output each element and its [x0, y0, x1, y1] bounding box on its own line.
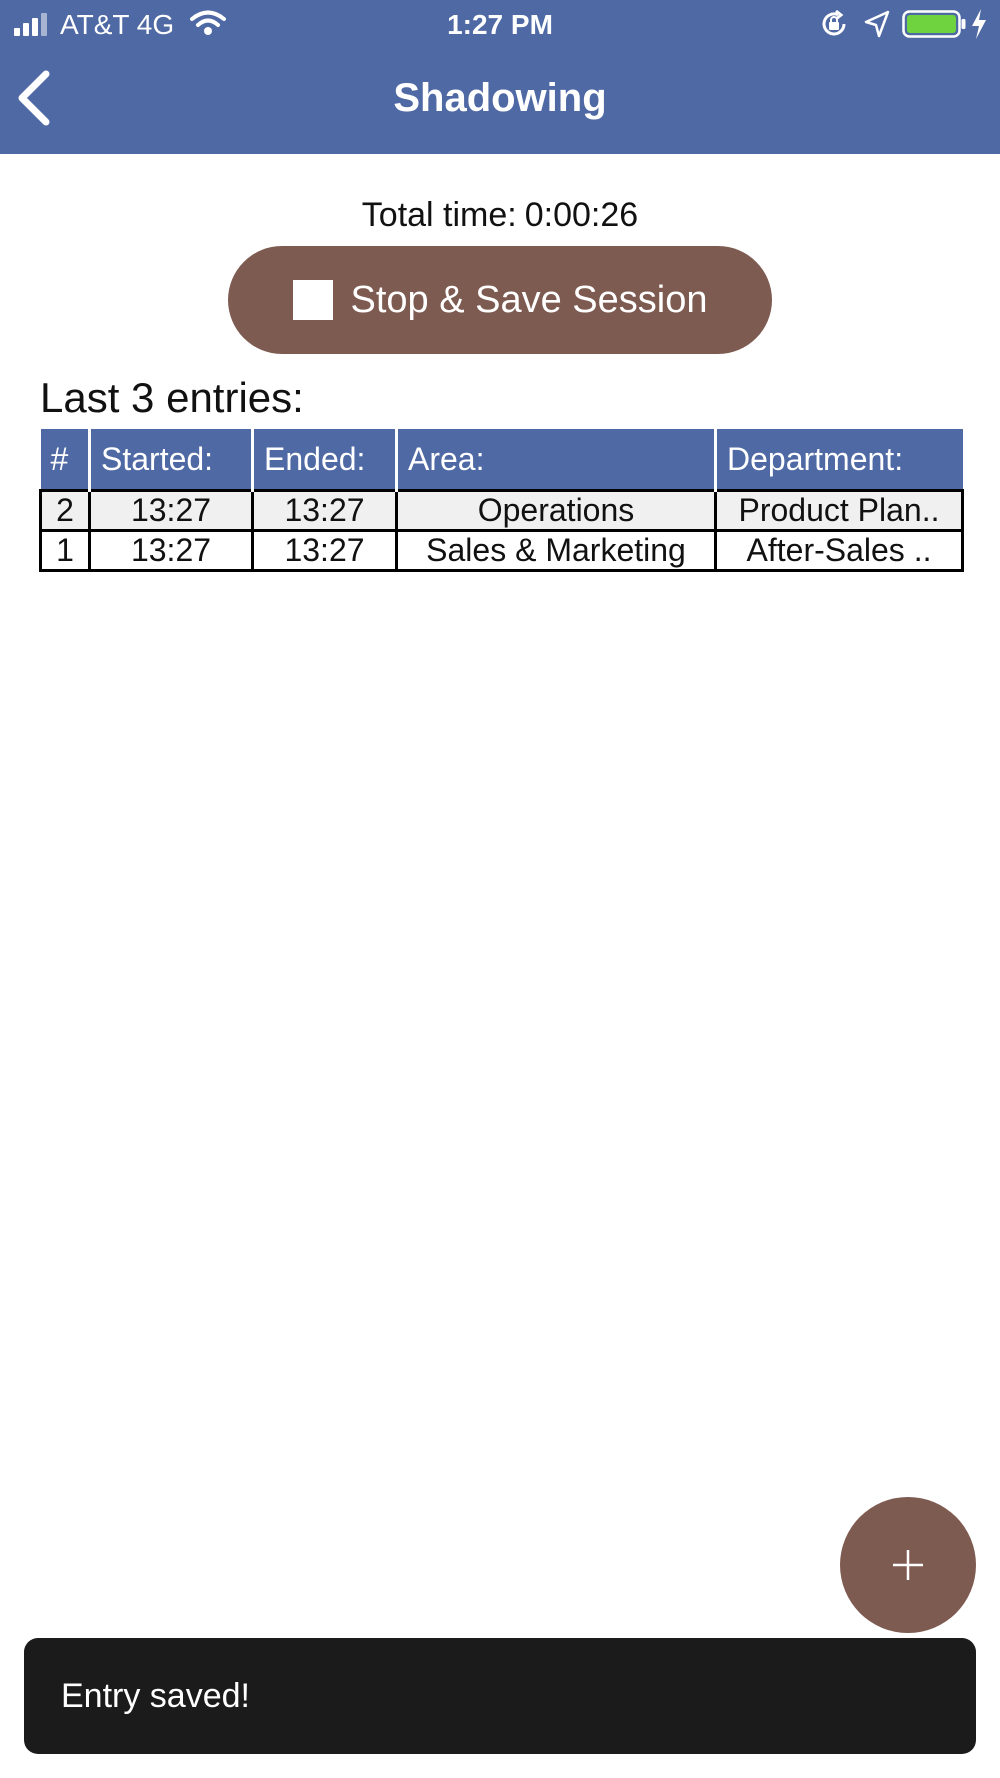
location-arrow-icon	[864, 10, 890, 38]
cell-ended: 13:27	[251, 529, 398, 572]
cell-department: After-Sales ..	[714, 529, 964, 572]
stop-save-session-label: Stop & Save Session	[350, 278, 708, 321]
rotation-lock-icon	[822, 10, 846, 36]
cell-area: Sales & Marketing	[395, 529, 717, 572]
app-header: AT&T 4G 1:27 PM Shadowing	[0, 0, 1000, 154]
column-header-area: Area:	[395, 429, 716, 491]
battery-icon	[902, 10, 966, 38]
stop-save-session-button[interactable]: Stop & Save Session	[228, 246, 772, 354]
cell-department: Product Plan..	[714, 489, 964, 532]
charging-bolt-icon	[972, 9, 986, 39]
cell-started: 13:27	[88, 529, 254, 572]
cell-number: 2	[39, 489, 91, 532]
status-time: 1:27 PM	[447, 9, 553, 40]
column-header-started: Started:	[88, 429, 253, 491]
column-header-department: Department:	[714, 429, 963, 491]
total-time: Total time: 0:00:26	[0, 196, 1000, 235]
status-bar: AT&T 4G 1:27 PM	[0, 0, 1000, 50]
cell-number: 1	[39, 529, 91, 572]
table-row[interactable]: 1 13:27 13:27 Sales & Marketing After-Sa…	[39, 529, 964, 572]
table-row[interactable]: 2 13:27 13:27 Operations Product Plan..	[39, 489, 964, 532]
total-time-value: 0:00:26	[524, 196, 639, 234]
snackbar-message: Entry saved!	[61, 1676, 250, 1715]
last-entries-heading: Last 3 entries:	[40, 374, 304, 421]
cell-area: Operations	[395, 489, 717, 532]
entries-table: # Started: Ended: Area: Department: 2 13…	[39, 429, 964, 572]
column-header-ended: Ended:	[251, 429, 397, 491]
snackbar: Entry saved!	[24, 1638, 976, 1754]
app-screen: AT&T 4G 1:27 PM Shadowing Total time: 0:…	[0, 0, 1000, 1778]
add-entry-button[interactable]	[840, 1497, 976, 1633]
page-title: Shadowing	[393, 76, 607, 120]
total-time-label: Total time:	[361, 196, 517, 234]
table-header-row: # Started: Ended: Area: Department:	[40, 429, 963, 491]
column-header-number: #	[40, 429, 90, 491]
cell-ended: 13:27	[251, 489, 398, 532]
plus-icon	[893, 1550, 923, 1580]
cell-started: 13:27	[88, 489, 254, 532]
stop-icon	[292, 280, 333, 320]
